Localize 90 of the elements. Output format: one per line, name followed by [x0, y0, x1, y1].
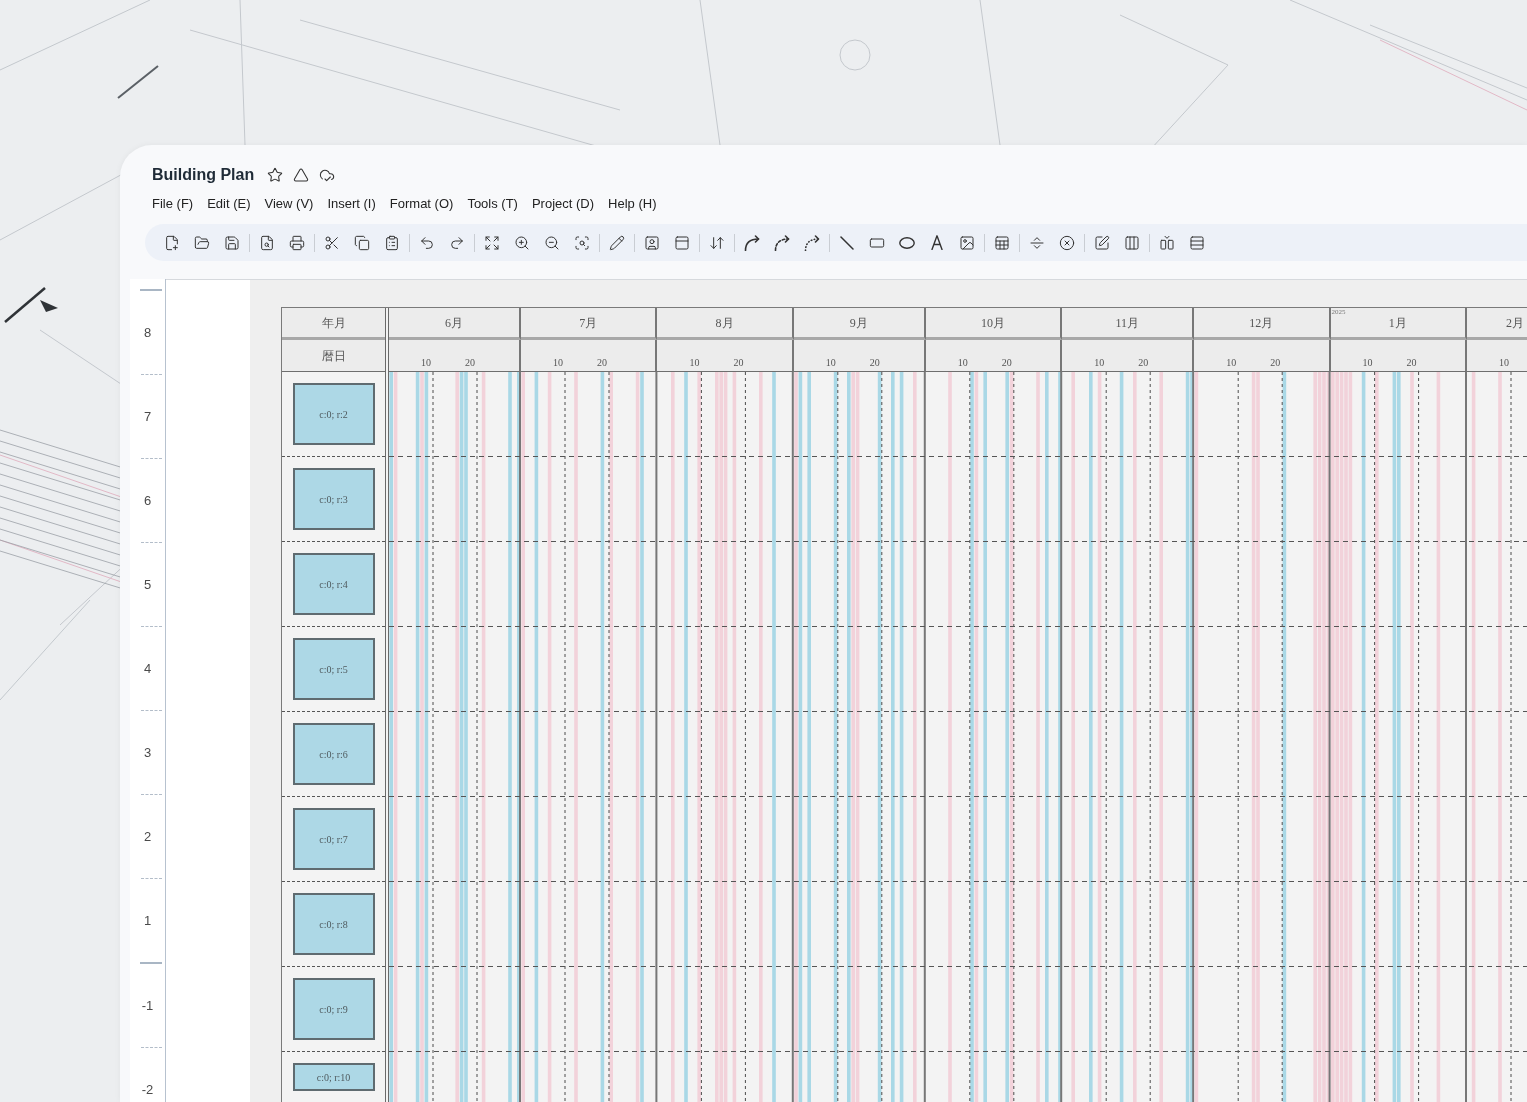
ruler-label: 6 — [143, 491, 152, 510]
expand-arrows-icon — [484, 234, 500, 251]
day-tick-label: 20 — [1001, 357, 1012, 369]
day-tick-label: 20 — [1406, 357, 1417, 369]
panel-icon — [674, 234, 690, 251]
header-cell: 暦日 — [282, 340, 385, 372]
month-label: 10月 — [980, 314, 1005, 332]
row-label-box[interactable]: c:0; r:7 — [292, 808, 375, 870]
scan-magnifier-icon — [574, 234, 590, 251]
month-label: 11月 — [1115, 314, 1139, 332]
menu-item[interactable]: View (V) — [264, 196, 314, 212]
row-label-box[interactable]: c:0; r:5 — [292, 638, 375, 700]
day-tick-label: 20 — [597, 357, 607, 369]
table-icon — [994, 234, 1010, 251]
column-insert-icon — [1159, 234, 1175, 251]
undo-icon — [419, 234, 435, 251]
month-label: 12月 — [1249, 314, 1274, 332]
star-icon[interactable] — [267, 167, 284, 183]
row-label-box[interactable]: c:0; r:9 — [292, 978, 375, 1040]
ruler-label: -1 — [141, 996, 154, 1015]
scissors-icon — [324, 234, 340, 251]
ellipse-icon — [899, 236, 915, 249]
file-search-icon — [259, 234, 275, 251]
menu-item[interactable]: Tools (T) — [467, 196, 518, 212]
day-tick-label: 10 — [553, 357, 563, 369]
day-tick-label: 20 — [869, 357, 880, 369]
day-tick-label: 10 — [1498, 357, 1509, 369]
menu-item[interactable]: Help (H) — [608, 196, 657, 212]
curved-arrow-icon — [744, 234, 760, 251]
swap-arrows-icon — [709, 234, 725, 251]
pencil-icon — [609, 234, 625, 251]
header-cell: 年月 — [282, 308, 385, 340]
row-label-box[interactable]: c:0; r:10 — [292, 1063, 375, 1091]
ruler-label: 1 — [143, 911, 152, 930]
month-label: 6月 — [445, 314, 463, 332]
pen-square-icon — [1094, 234, 1110, 251]
month-label: 2月 — [1506, 314, 1524, 332]
day-tick-label: 20 — [465, 357, 475, 369]
menu-item[interactable]: Format (O) — [389, 196, 454, 212]
day-tick-label: 20 — [1270, 357, 1281, 369]
menu-item[interactable]: Edit (E) — [207, 196, 251, 212]
printer-icon — [289, 234, 305, 251]
row-label-box[interactable]: c:0; r:3 — [292, 468, 375, 530]
month-label: 7月 — [579, 314, 598, 332]
day-tick-label: 10 — [1094, 357, 1105, 369]
month-label: 1月 — [1388, 314, 1407, 332]
row-label-box[interactable]: c:0; r:4 — [292, 553, 375, 615]
line-icon — [840, 235, 854, 250]
menu-item[interactable]: File (F) — [152, 196, 194, 212]
day-tick-label: 20 — [733, 357, 744, 369]
file-plus-icon — [164, 234, 180, 251]
window-title: Building Plan — [152, 165, 255, 185]
day-tick-label: 10 — [421, 357, 431, 369]
letter-a-icon — [931, 235, 943, 250]
day-tick-label: 20 — [1138, 357, 1149, 369]
ruler-label: 2 — [143, 827, 152, 846]
folder-icon — [194, 234, 210, 251]
dotted-curved-arrow-icon — [804, 234, 820, 251]
row-label-box[interactable]: c:0; r:8 — [292, 893, 375, 955]
close-circle-icon — [1059, 234, 1075, 251]
rows-icon — [1189, 234, 1205, 251]
row-label-box[interactable]: c:0; r:6 — [292, 723, 375, 785]
ruler-label: 4 — [143, 659, 152, 678]
day-tick-label: 10 — [1226, 357, 1237, 369]
menu-item[interactable]: Project (D) — [531, 196, 595, 212]
ruler-label: 7 — [143, 407, 152, 426]
split-lines-icon — [1029, 234, 1045, 251]
redo-icon — [449, 234, 465, 251]
ruler-label: 8 — [143, 323, 152, 342]
day-tick-label: 10 — [825, 357, 836, 369]
day-tick-label: 10 — [1362, 357, 1373, 369]
clipboard-icon — [384, 234, 400, 251]
image-icon — [959, 234, 975, 251]
dashed-curved-arrow-icon — [774, 234, 790, 251]
ruler-label: 5 — [143, 575, 152, 594]
columns-icon — [1124, 234, 1140, 251]
zoom-in-icon — [514, 234, 530, 251]
triangle-icon[interactable] — [293, 167, 310, 183]
cloud-check-icon — [319, 167, 336, 183]
row-label-box[interactable]: c:0; r:2 — [292, 383, 375, 445]
menu-item[interactable]: Insert (I) — [327, 196, 376, 212]
month-label: 8月 — [715, 314, 734, 332]
day-tick-label: 10 — [689, 357, 700, 369]
person-frame-icon — [644, 234, 660, 251]
month-label: 9月 — [849, 314, 868, 332]
zoom-out-icon — [544, 234, 560, 251]
ruler-label: 3 — [143, 743, 152, 762]
day-tick-label: 10 — [957, 357, 968, 369]
ruler-label: -2 — [141, 1080, 154, 1099]
copy-icon — [354, 234, 370, 251]
